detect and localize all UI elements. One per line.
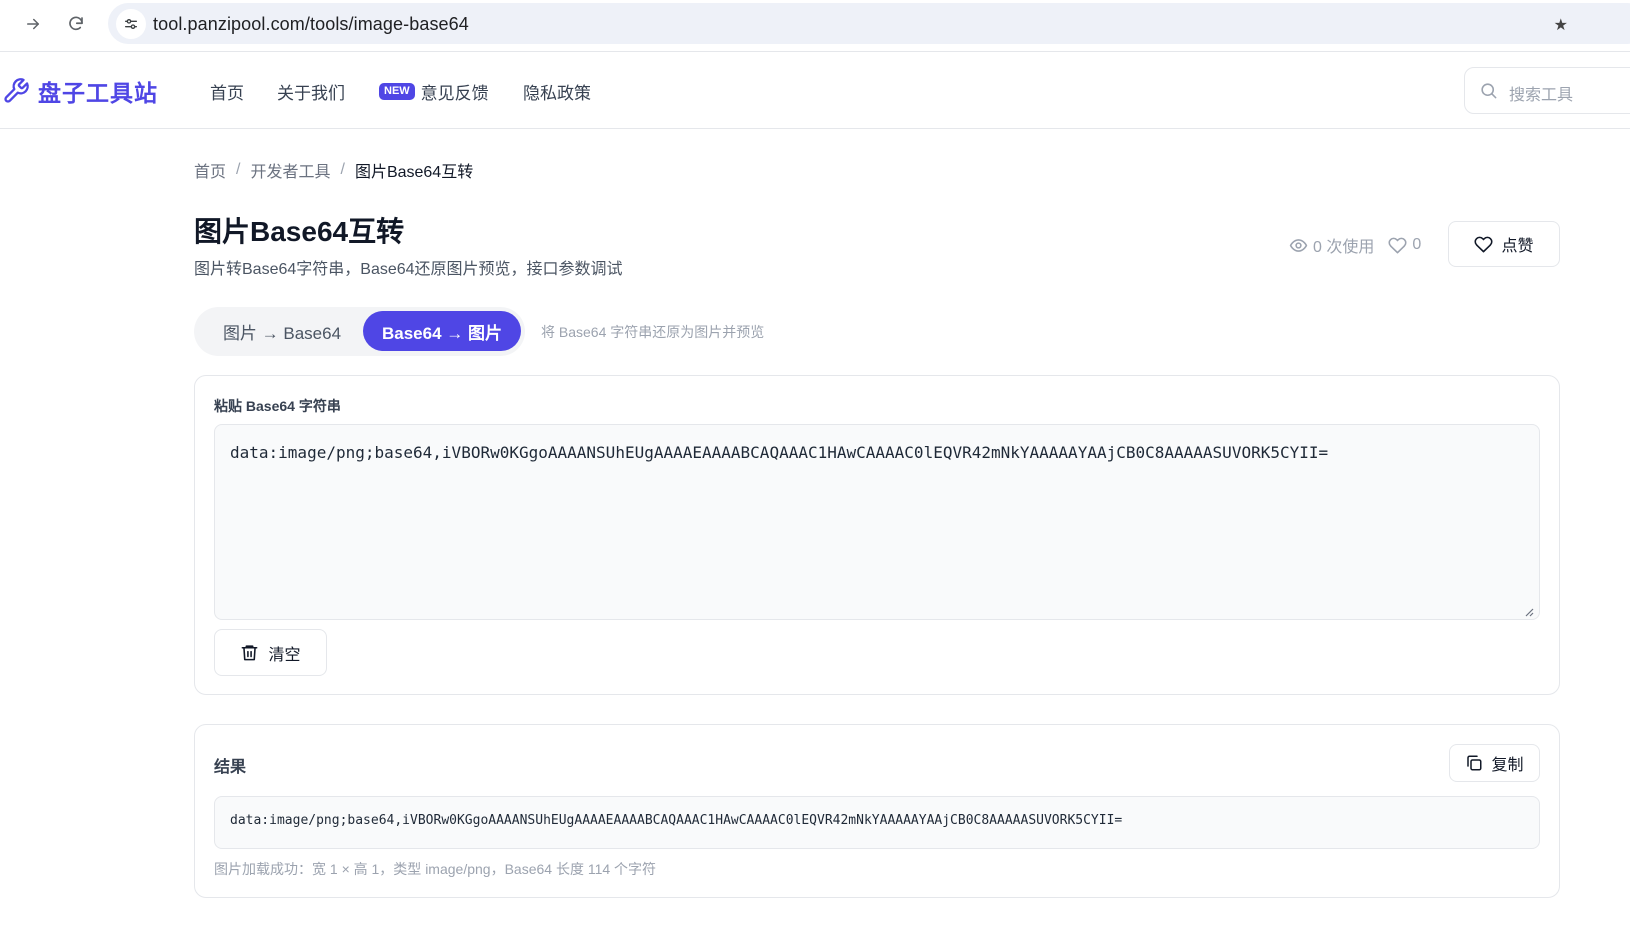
reload-icon	[69, 16, 83, 31]
breadcrumb-current: 图片Base64互转	[354, 164, 474, 181]
base64-input[interactable]: data:image/png;base64,iVBORw0KGgoAAAANSU…	[214, 424, 1540, 620]
star-icon[interactable]: ★	[1554, 15, 1568, 35]
result-label: 结果	[214, 759, 247, 776]
input-label: 粘贴 Base64 字符串	[214, 398, 341, 414]
input-card: 粘贴 Base64 字符串 data:image/png;base64,iVBO…	[194, 375, 1560, 695]
site-info-button[interactable]	[116, 9, 146, 39]
tab-base64-to-image[interactable]: Base64 → 图片	[363, 311, 521, 351]
mode-tabs: 图片 → Base64 Base64 → 图片	[194, 307, 525, 356]
page-title: 图片Base64互转	[194, 216, 405, 247]
url-text[interactable]: tool.panzipool.com/tools/image-base64	[153, 14, 469, 35]
nav-privacy[interactable]: 隐私政策	[523, 79, 591, 104]
clear-button[interactable]: 清空	[214, 629, 327, 676]
nav-feedback[interactable]: NEW 意见反馈	[379, 79, 489, 104]
wrench-icon	[4, 78, 29, 103]
likes-stat: 0	[1388, 236, 1421, 255]
eye-icon	[1289, 238, 1308, 252]
search-icon	[1479, 81, 1498, 105]
likes-count: 0	[1412, 236, 1422, 253]
site-header: 盘子工具站 首页 关于我们 NEW 意见反馈 隐私政策 搜索工具	[0, 52, 1630, 129]
nav-home[interactable]: 首页	[210, 79, 244, 104]
usage-stats: 0 次使用 0	[1289, 233, 1421, 257]
result-output[interactable]: data:image/png;base64,iVBORw0KGgoAAAANSU…	[214, 796, 1540, 849]
heart-icon	[1388, 237, 1407, 253]
resize-grip-icon[interactable]	[1524, 604, 1534, 622]
reload-button[interactable]	[60, 8, 92, 40]
page-subtitle: 图片转Base64字符串，Base64还原图片预览，接口参数调试	[194, 261, 623, 278]
like-button[interactable]: 点赞	[1448, 221, 1560, 267]
new-badge: NEW	[379, 83, 415, 100]
result-card: 结果 复制 data:image/png;base64,iVBORw0KGgoA…	[194, 724, 1560, 898]
breadcrumb-category[interactable]: 开发者工具	[250, 158, 330, 182]
result-status: 图片加载成功：宽 1 × 高 1，类型 image/png，Base64 长度 …	[214, 861, 657, 877]
address-bar[interactable]: tool.panzipool.com/tools/image-base64 ★	[108, 3, 1630, 44]
views-count: 0 次使用	[1313, 239, 1375, 256]
tune-icon	[125, 19, 137, 29]
copy-icon	[1467, 755, 1482, 771]
breadcrumb-separator: /	[236, 161, 241, 178]
copy-button-label: 复制	[1491, 757, 1524, 774]
breadcrumb-home[interactable]: 首页	[194, 158, 226, 182]
arrow-right-icon	[27, 18, 39, 30]
search-input[interactable]: 搜索工具	[1464, 67, 1630, 114]
nav-feedback-label: 意见反馈	[420, 84, 489, 103]
site-logo[interactable]: 盘子工具站	[2, 74, 158, 108]
clear-button-label: 清空	[268, 646, 301, 664]
search-placeholder: 搜索工具	[1509, 87, 1574, 104]
browser-toolbar: tool.panzipool.com/tools/image-base64 ★	[0, 0, 1630, 52]
copy-button[interactable]: 复制	[1449, 744, 1540, 782]
forward-button[interactable]	[17, 8, 49, 40]
trash-icon	[242, 645, 258, 661]
nav-about[interactable]: 关于我们	[277, 79, 345, 104]
heart-icon	[1474, 236, 1494, 252]
tab-hint: 将 Base64 字符串还原为图片并预览	[541, 324, 765, 340]
like-button-label: 点赞	[1501, 238, 1534, 255]
logo-text: 盘子工具站	[38, 80, 158, 106]
views-stat: 0 次使用	[1289, 233, 1374, 257]
breadcrumb-separator: /	[340, 161, 345, 178]
breadcrumb: 首页 / 开发者工具 / 图片Base64互转	[194, 158, 473, 182]
tab-image-to-base64[interactable]: 图片 → Base64	[202, 311, 362, 351]
